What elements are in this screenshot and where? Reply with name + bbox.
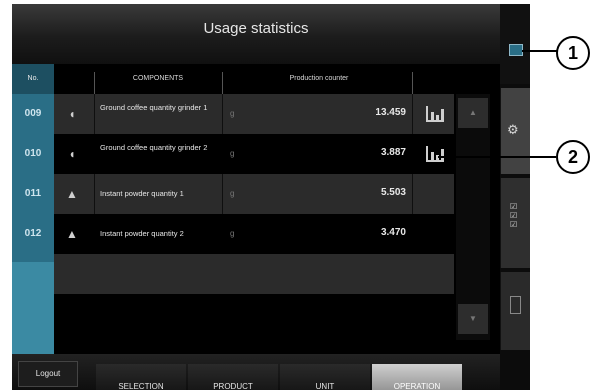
tab-unit[interactable]: UNIT <box>280 364 370 390</box>
row-number: 011 <box>24 188 42 199</box>
component-name: Ground coffee quantity grinder 2 <box>100 143 208 152</box>
tab-selection[interactable]: SELECTION <box>96 364 186 390</box>
row-number: 012 <box>24 228 42 239</box>
sidebar-button-settings[interactable]: ⚙ <box>500 88 530 174</box>
header-divider <box>222 72 223 94</box>
scroll-up-button[interactable]: ▲ <box>458 98 488 128</box>
powder-icon: ▲ <box>66 187 78 201</box>
powder-icon: ▲ <box>66 227 78 241</box>
callout-1: 1 <box>556 36 590 70</box>
sidebar-button-device[interactable] <box>500 272 530 350</box>
row-number: 010 <box>24 148 42 159</box>
machine-screen: Usage statistics No. COMPONENTS Producti… <box>12 4 500 390</box>
unit-label: g <box>230 149 235 158</box>
unit-label: g <box>230 229 235 238</box>
sidebar-button-statistics[interactable] <box>500 4 530 84</box>
component-name: Instant powder quantity 1 <box>100 189 184 198</box>
page-title: Usage statistics <box>203 20 309 37</box>
scroll-down-button[interactable]: ▼ <box>458 304 488 334</box>
number-column-empty-area <box>12 262 54 354</box>
tab-operation[interactable]: OPERATION <box>372 364 462 390</box>
production-value: 5.503 <box>380 187 406 198</box>
table-row[interactable]: ▲ Instant powder quantity 1 g 5.503 <box>54 174 454 214</box>
sidebar-button-checklist[interactable]: ☑ ☑ ☑ <box>500 178 530 268</box>
component-name: Instant powder quantity 2 <box>100 229 184 238</box>
callout-leader <box>522 50 558 52</box>
bar-chart-icon[interactable] <box>424 144 446 164</box>
column-header-components: COMPONENTS <box>132 75 184 82</box>
callout-2: 2 <box>556 140 590 174</box>
table-row[interactable]: ◖ Ground coffee quantity grinder 2 g 3.8… <box>54 134 454 174</box>
unit-label: g <box>230 109 235 118</box>
column-header-no: No. <box>27 75 39 82</box>
tab-product[interactable]: PRODUCT <box>188 364 278 390</box>
logout-button[interactable]: Logout <box>18 361 78 387</box>
component-name: Ground coffee quantity grinder 1 <box>100 103 208 112</box>
callout-leader <box>438 156 556 158</box>
device-icon <box>510 296 521 314</box>
empty-row <box>54 294 454 334</box>
coffee-bean-icon: ◖ <box>68 147 76 161</box>
production-value: 3.887 <box>380 147 406 158</box>
header-divider <box>412 72 413 94</box>
header-divider <box>94 72 95 94</box>
bar-chart-icon[interactable] <box>424 104 446 124</box>
column-header-production: Production counter <box>289 75 349 82</box>
coffee-bean-icon: ◖ <box>68 107 76 121</box>
empty-row <box>54 254 454 294</box>
gears-icon: ⚙ <box>507 122 519 137</box>
checklist-icon: ☑ ☑ ☑ <box>510 202 518 229</box>
production-value: 13.459 <box>375 107 406 118</box>
table-row[interactable]: ◖ Ground coffee quantity grinder 1 g 13.… <box>54 94 454 134</box>
unit-label: g <box>230 189 235 198</box>
row-number: 009 <box>24 108 42 119</box>
production-value: 3.470 <box>380 227 406 238</box>
title-bar: Usage statistics <box>12 4 500 64</box>
screen-icon <box>509 44 523 56</box>
table-row[interactable]: ▲ Instant powder quantity 2 g 3.470 <box>54 214 454 254</box>
